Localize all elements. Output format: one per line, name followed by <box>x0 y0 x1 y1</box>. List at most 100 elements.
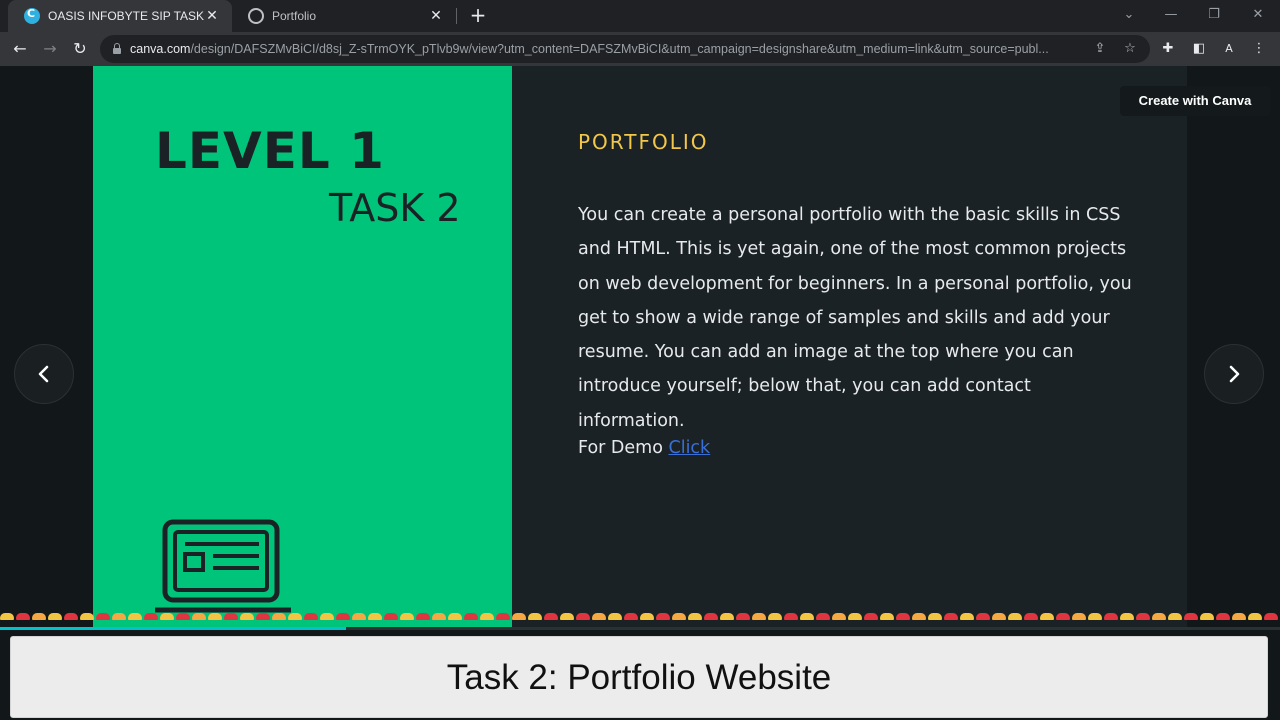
reaction-emoji <box>240 613 254 620</box>
tab-portfolio[interactable]: Portfolio ✕ <box>232 0 456 32</box>
reaction-emoji <box>576 613 590 620</box>
close-window-button[interactable]: ✕ <box>1243 4 1273 26</box>
portfolio-description: You can create a personal portfolio with… <box>578 205 1132 431</box>
reaction-emoji <box>1088 613 1102 620</box>
reaction-emoji <box>1184 613 1198 620</box>
reaction-emoji <box>752 613 766 620</box>
globe-icon <box>248 8 264 24</box>
reaction-emoji <box>304 613 318 620</box>
reaction-emoji <box>832 613 846 620</box>
reaction-emoji <box>1168 613 1182 620</box>
new-tab-button[interactable]: + <box>466 4 490 28</box>
share-icon[interactable]: ⇪ <box>1090 39 1110 59</box>
extensions-puzzle-icon[interactable]: ✚ <box>1158 39 1178 59</box>
reload-icon[interactable]: ↻ <box>68 37 92 61</box>
reaction-emoji <box>704 613 718 620</box>
canva-viewer: LEVEL 1 TASK 2 PORTFOLIO You can create … <box>0 66 1280 630</box>
demo-link[interactable]: Click <box>668 438 710 458</box>
chevron-right-icon <box>1229 365 1240 383</box>
tab-search-icon[interactable]: ⌄ <box>1114 4 1144 26</box>
reaction-emoji <box>192 613 206 620</box>
reaction-emoji <box>656 613 670 620</box>
reaction-emoji <box>176 613 190 620</box>
reaction-emoji <box>96 613 110 620</box>
portfolio-heading: PORTFOLIO <box>578 130 709 154</box>
slide-right-panel: PORTFOLIO You can create a personal port… <box>512 66 1187 630</box>
reaction-emoji <box>1232 613 1246 620</box>
demo-line: For Demo Click <box>578 438 710 458</box>
reaction-emoji <box>560 613 574 620</box>
reaction-emoji <box>1216 613 1230 620</box>
reaction-emoji <box>1072 613 1086 620</box>
reaction-emoji <box>624 613 638 620</box>
forward-arrow-icon[interactable]: → <box>38 37 62 61</box>
reaction-emoji <box>384 613 398 620</box>
reaction-emoji <box>1040 613 1054 620</box>
profile-avatar[interactable]: A <box>1219 39 1239 59</box>
reaction-emoji <box>1056 613 1070 620</box>
reaction-emoji <box>16 613 30 620</box>
address-bar[interactable]: canva.com/design/DAFSZMvBiCI/d8sj_Z-sTrm… <box>100 35 1150 63</box>
browser-toolbar: ← → ↻ canva.com/design/DAFSZMvBiCI/d8sj_… <box>0 32 1280 66</box>
emoji-reaction-strip <box>0 608 1280 620</box>
progress-fill <box>0 627 346 630</box>
minimize-button[interactable]: — <box>1156 4 1186 26</box>
close-tab-icon[interactable]: ✕ <box>204 8 220 24</box>
close-tab-icon[interactable]: ✕ <box>428 8 444 24</box>
reaction-emoji <box>432 613 446 620</box>
reaction-emoji <box>464 613 478 620</box>
next-slide-button[interactable] <box>1204 344 1264 404</box>
side-panel-icon[interactable]: ◧ <box>1189 39 1209 59</box>
lock-icon <box>112 43 122 55</box>
reaction-emoji <box>1024 613 1038 620</box>
reaction-emoji <box>608 613 622 620</box>
reaction-emoji <box>1152 613 1166 620</box>
reaction-emoji <box>160 613 174 620</box>
reaction-emoji <box>448 613 462 620</box>
url-text[interactable]: canva.com/design/DAFSZMvBiCI/d8sj_Z-sTrm… <box>130 42 1090 56</box>
reaction-emoji <box>880 613 894 620</box>
reaction-emoji <box>224 613 238 620</box>
reaction-emoji <box>944 613 958 620</box>
tab-title: Portfolio <box>272 9 317 23</box>
reaction-emoji <box>992 613 1006 620</box>
bookmark-star-icon[interactable]: ☆ <box>1120 39 1140 59</box>
reaction-emoji <box>112 613 126 620</box>
reaction-emoji <box>144 613 158 620</box>
demo-label: For Demo <box>578 438 663 458</box>
reaction-emoji <box>672 613 686 620</box>
caption-bar: Task 2: Portfolio Website <box>10 636 1268 718</box>
reaction-emoji <box>864 613 878 620</box>
create-with-canva-button[interactable]: Create with Canva <box>1120 86 1270 116</box>
task-heading: TASK 2 <box>329 186 461 230</box>
reaction-emoji <box>272 613 286 620</box>
reaction-emoji <box>1248 613 1262 620</box>
reaction-emoji <box>208 613 222 620</box>
previous-slide-button[interactable] <box>14 344 74 404</box>
reaction-emoji <box>32 613 46 620</box>
reaction-emoji <box>1200 613 1214 620</box>
restore-button[interactable]: ❐ <box>1199 4 1229 26</box>
tab-oasis-task-list[interactable]: OASIS INFOBYTE SIP TASK LIST ✕ <box>8 0 232 32</box>
reaction-emoji <box>368 613 382 620</box>
reaction-emoji <box>784 613 798 620</box>
slide-progress-bar[interactable] <box>0 627 1280 630</box>
reaction-emoji <box>688 613 702 620</box>
canva-icon <box>24 7 40 24</box>
reaction-emoji <box>1008 613 1022 620</box>
presentation-slide: LEVEL 1 TASK 2 PORTFOLIO You can create … <box>93 66 1187 630</box>
reaction-emoji <box>288 613 302 620</box>
reaction-emoji <box>80 613 94 620</box>
reaction-emoji <box>592 613 606 620</box>
reaction-emoji <box>800 613 814 620</box>
reaction-emoji <box>848 613 862 620</box>
reaction-emoji <box>480 613 494 620</box>
reaction-emoji <box>640 613 654 620</box>
menu-kebab-icon[interactable]: ⋮ <box>1249 39 1269 59</box>
reaction-emoji <box>1120 613 1134 620</box>
reaction-emoji <box>400 613 414 620</box>
back-arrow-icon[interactable]: ← <box>8 37 32 61</box>
reaction-emoji <box>1264 613 1278 620</box>
reaction-emoji <box>320 613 334 620</box>
tab-title: OASIS INFOBYTE SIP TASK LIST <box>48 9 204 23</box>
